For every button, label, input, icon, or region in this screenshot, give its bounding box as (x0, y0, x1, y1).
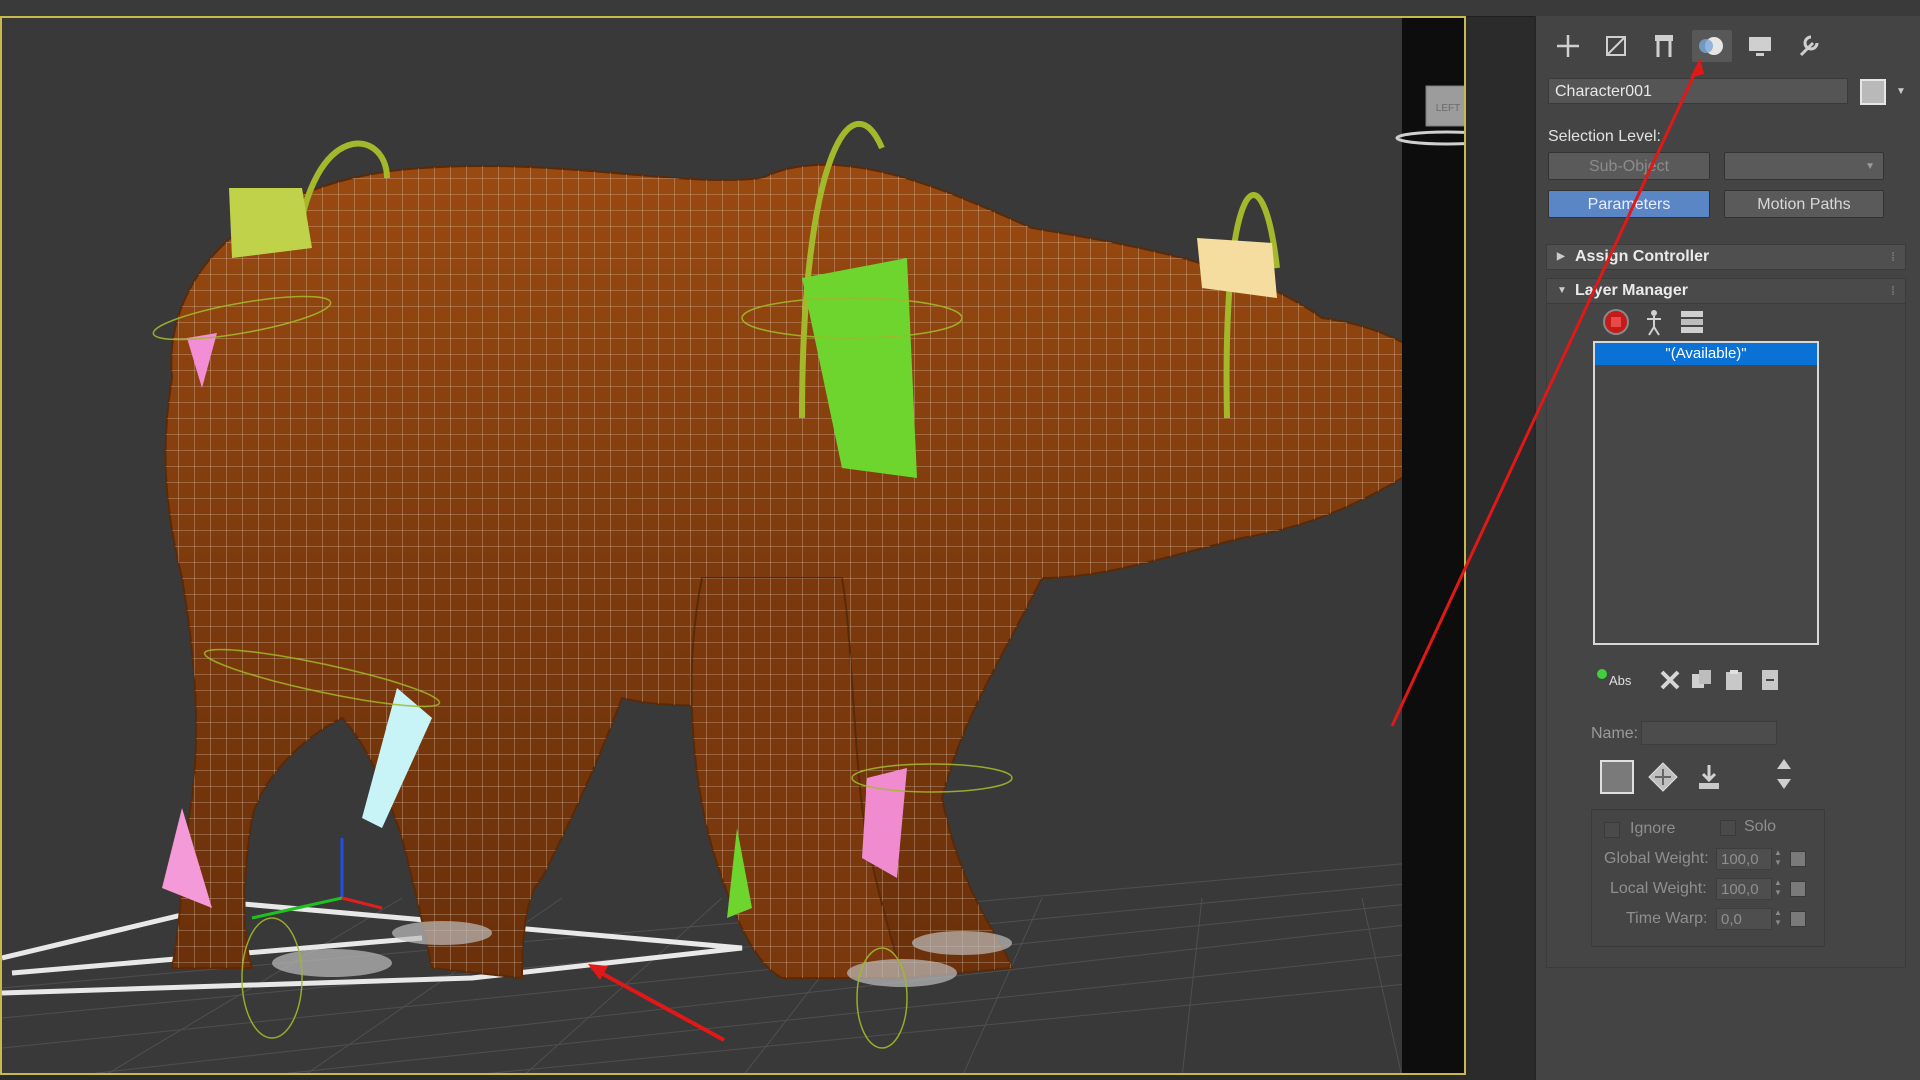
arrow-down-icon[interactable] (1769, 773, 1799, 795)
utilities-wrench-icon[interactable] (1788, 30, 1828, 62)
local-weight-label: Local Weight: (1610, 880, 1707, 897)
abs-label: Abs (1609, 673, 1632, 688)
abs-button[interactable]: Abs (1591, 663, 1643, 697)
top-toolbar (0, 0, 1920, 17)
ignore-checkbox[interactable] (1604, 822, 1620, 838)
global-weight-key-icon[interactable] (1790, 851, 1806, 867)
panel-tabs (1548, 30, 1908, 64)
solo-checkbox[interactable] (1720, 820, 1736, 836)
object-color-swatch[interactable] (1860, 79, 1886, 105)
sub-object-dropdown[interactable]: ▼ (1724, 152, 1884, 180)
selection-level-label: Selection Level: (1548, 128, 1661, 145)
viewcube[interactable]: LEFT (1394, 80, 1464, 148)
local-weight-key-icon[interactable] (1790, 881, 1806, 897)
set-key-icon[interactable] (1643, 757, 1683, 797)
record-icon[interactable] (1599, 305, 1633, 339)
chevron-down-icon[interactable]: ▼ (1896, 86, 1906, 97)
modify-icon[interactable] (1596, 30, 1636, 62)
layer-list[interactable]: "(Available)" (1593, 341, 1819, 645)
collapse-layer-icon[interactable] (1753, 663, 1787, 697)
time-warp-key-icon[interactable] (1790, 911, 1806, 927)
global-weight-spinner[interactable]: 100,0 (1716, 848, 1772, 870)
viewport-scene (2, 120, 1464, 1073)
layer-manager-label: Layer Manager (1575, 282, 1688, 299)
assign-controller-rollout[interactable]: ▶ Assign Controller ⁞ (1546, 244, 1906, 270)
local-weight-spinner[interactable]: 100,0 (1716, 878, 1772, 900)
copy-icon[interactable] (1685, 663, 1719, 697)
global-weight-label: Global Weight: (1604, 850, 1709, 867)
spinner-arrows-icon[interactable]: ▲ ▼ (1774, 878, 1784, 900)
paste-icon[interactable] (1717, 663, 1751, 697)
spinner-arrows-icon[interactable]: ▲ ▼ (1774, 908, 1784, 930)
viewcube-label: LEFT (1436, 103, 1460, 114)
chevron-right-icon: ▶ (1557, 251, 1565, 262)
command-panel: Character001 ▼ Selection Level: Sub-Obje… (1534, 16, 1920, 1080)
sub-object-button[interactable]: Sub-Object (1548, 152, 1710, 180)
spinner-arrows-icon[interactable]: ▲ ▼ (1774, 848, 1784, 870)
3d-viewport[interactable]: LEFT (0, 16, 1466, 1075)
name-label: Name: (1591, 725, 1639, 742)
ignore-label: Ignore (1630, 820, 1676, 837)
layer-manager-rollout[interactable]: ▼ Layer Manager ⁞ (1546, 278, 1906, 304)
layer-name-field[interactable] (1641, 721, 1777, 745)
motion-paths-button[interactable]: Motion Paths (1724, 190, 1884, 218)
object-name-field[interactable]: Character001 (1548, 78, 1848, 104)
weights-group: Ignore Solo Global Weight: 100,0 ▲ ▼ Loca… (1591, 809, 1825, 947)
biped-figure-icon[interactable] (1637, 305, 1671, 339)
assign-controller-label: Assign Controller (1575, 248, 1710, 265)
time-warp-label: Time Warp: (1626, 910, 1708, 927)
delete-x-icon[interactable] (1653, 663, 1687, 697)
arrow-up-icon[interactable] (1769, 753, 1799, 775)
key-icon[interactable] (1597, 757, 1637, 797)
grip-icon: ⁞ (1891, 284, 1895, 298)
layer-manager-section: ▼ Layer Manager ⁞ "(Available)" Abs Name… (1546, 278, 1906, 968)
parameters-button[interactable]: Parameters (1548, 190, 1710, 218)
set-key-filter-icon[interactable] (1689, 757, 1729, 797)
create-plus-icon[interactable] (1548, 30, 1588, 62)
list-item[interactable]: "(Available)" (1595, 343, 1817, 365)
solo-label: Solo (1744, 818, 1777, 835)
hierarchy-icon[interactable] (1644, 30, 1684, 62)
viewport-right-bar (1402, 18, 1464, 1073)
grip-icon: ⁞ (1891, 250, 1895, 264)
display-icon[interactable] (1740, 30, 1780, 62)
chevron-down-icon: ▼ (1557, 285, 1567, 296)
motion-icon[interactable] (1692, 30, 1732, 62)
layer-stack-icon[interactable] (1675, 305, 1709, 339)
time-warp-spinner[interactable]: 0,0 (1716, 908, 1772, 930)
